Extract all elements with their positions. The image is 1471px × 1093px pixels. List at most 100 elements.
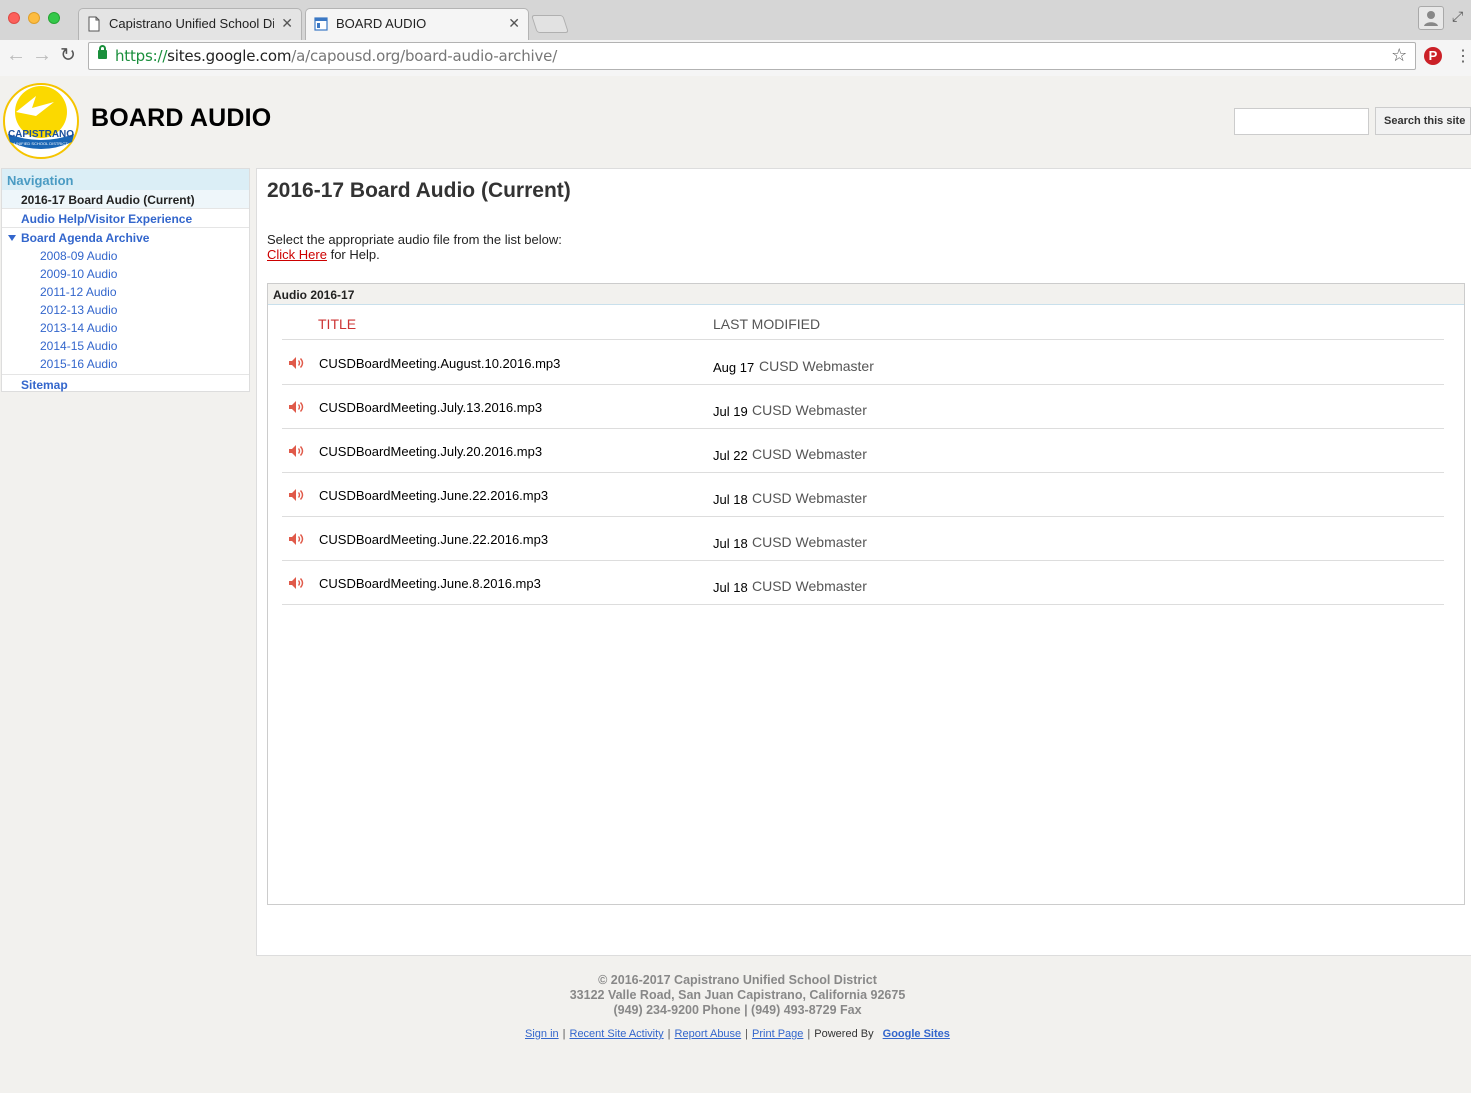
print-page-link[interactable]: Print Page	[752, 1028, 803, 1040]
file-cabinet: Audio 2016-17 TITLE LAST MODIFIED CUSDBo…	[267, 283, 1465, 905]
close-tab-icon[interactable]: ✕	[508, 15, 520, 32]
fullscreen-icon[interactable]: ⤢	[1452, 8, 1463, 25]
search-input[interactable]	[1234, 108, 1369, 135]
close-tab-icon[interactable]: ✕	[281, 15, 293, 32]
archive-group: Board Agenda Archive 2008-09 Audio 2009-…	[2, 228, 249, 375]
close-window-button[interactable]	[8, 12, 20, 24]
footer-info: © 2016-2017 Capistrano Unified School Di…	[0, 973, 1471, 1018]
file-name-link[interactable]: CUSDBoardMeeting.July.20.2016.mp3	[319, 444, 542, 459]
file-date: Jul 22	[713, 448, 748, 463]
recent-activity-link[interactable]: Recent Site Activity	[570, 1028, 664, 1040]
sidebar-item-2012-13[interactable]: 2012-13 Audio	[2, 301, 249, 319]
file-row: CUSDBoardMeeting.August.10.2016.mp3 Aug 1…	[282, 341, 1444, 385]
column-last-modified[interactable]: LAST MODIFIED	[713, 316, 820, 332]
reload-icon[interactable]: ↻	[60, 44, 76, 67]
speaker-icon[interactable]	[288, 444, 304, 458]
file-cabinet-title: Audio 2016-17	[268, 284, 1464, 305]
star-icon[interactable]: ☆	[1391, 45, 1407, 66]
file-name-link[interactable]: CUSDBoardMeeting.June.8.2016.mp3	[319, 576, 541, 591]
file-date: Aug 17	[713, 360, 755, 375]
site-header: CAPISTRANO UNIFIED SCHOOL DISTRICT BOARD…	[0, 77, 1471, 167]
column-headers: TITLE LAST MODIFIED	[282, 306, 1444, 340]
file-user: CUSD Webmaster	[752, 490, 867, 506]
sign-in-link[interactable]: Sign in	[525, 1028, 559, 1040]
file-date: Jul 19	[713, 404, 748, 419]
minimize-window-button[interactable]	[28, 12, 40, 24]
report-abuse-link[interactable]: Report Abuse	[675, 1028, 742, 1040]
footer-links: Sign in | Recent Site Activity | Report Abus…	[525, 1028, 950, 1040]
address-bar[interactable]: https://sites.google.com/a/capousd.org/b…	[88, 42, 1416, 70]
file-date: Jul 18	[713, 580, 748, 595]
file-row: CUSDBoardMeeting.July.20.2016.mp3 Jul 22 C…	[282, 429, 1444, 473]
expand-triangle-icon[interactable]	[8, 235, 16, 241]
sidebar-item-2011-12[interactable]: 2011-12 Audio	[2, 283, 249, 301]
file-name-link[interactable]: CUSDBoardMeeting.August.10.2016.mp3	[319, 356, 560, 371]
sidebar-item-2008-09[interactable]: 2008-09 Audio	[2, 247, 249, 265]
speaker-icon[interactable]	[288, 488, 304, 502]
sidebar-item-2015-16[interactable]: 2015-16 Audio	[2, 355, 249, 373]
tab-label: BOARD AUDIO	[336, 16, 427, 31]
column-title[interactable]: TITLE	[318, 316, 356, 332]
phone-text: (949) 234-9200 Phone | (949) 493-8729 Fa…	[613, 1003, 862, 1017]
page-title: 2016-17 Board Audio (Current)	[267, 179, 571, 202]
zoom-window-button[interactable]	[48, 12, 60, 24]
intro-text: Select the appropriate audio file from t…	[267, 232, 562, 262]
new-tab-button[interactable]	[531, 15, 569, 33]
url-host: sites.google.com	[167, 47, 292, 65]
browser-chrome: Capistrano Unified School District ✕ BOA…	[0, 0, 1471, 76]
file-date: Jul 18	[713, 492, 748, 507]
sidebar-navigation: Navigation 2016-17 Board Audio (Current)…	[1, 168, 250, 392]
file-user: CUSD Webmaster	[752, 446, 867, 462]
speaker-icon[interactable]	[288, 356, 304, 370]
navigation-heading: Navigation	[2, 169, 249, 190]
file-row: CUSDBoardMeeting.June.22.2016.mp3 Jul 18 C…	[282, 517, 1444, 561]
sidebar-item-current-audio[interactable]: 2016-17 Board Audio (Current)	[2, 190, 249, 209]
browser-toolbar: ← → ↻ https://sites.google.com/a/capousd…	[0, 40, 1471, 76]
copyright-text: © 2016-2017 Capistrano Unified School Di…	[598, 973, 877, 987]
district-logo[interactable]: CAPISTRANO UNIFIED SCHOOL DISTRICT	[2, 82, 80, 160]
file-date: Jul 18	[713, 536, 748, 551]
lock-icon	[98, 45, 107, 59]
sidebar-item-audio-help[interactable]: Audio Help/Visitor Experience	[2, 209, 249, 228]
back-icon[interactable]: ←	[6, 44, 26, 67]
sidebar-item-label: Board Agenda Archive	[21, 231, 150, 245]
profile-icon[interactable]	[1418, 6, 1444, 30]
speaker-icon[interactable]	[288, 532, 304, 546]
sidebar-item-agenda-archive[interactable]: Board Agenda Archive	[2, 228, 249, 247]
site-footer: © 2016-2017 Capistrano Unified School Di…	[0, 957, 1471, 1093]
pinterest-icon[interactable]: P	[1424, 47, 1442, 65]
help-link[interactable]: Click Here	[267, 247, 327, 262]
tab-capistrano[interactable]: Capistrano Unified School District ✕	[78, 8, 302, 40]
intro-line: Select the appropriate audio file from t…	[267, 232, 562, 247]
file-row: CUSDBoardMeeting.July.13.2016.mp3 Jul 19 C…	[282, 385, 1444, 429]
logo-text: CAPISTRANO	[8, 129, 74, 140]
file-user: CUSD Webmaster	[752, 578, 867, 594]
file-user: CUSD Webmaster	[752, 534, 867, 550]
sidebar-item-2013-14[interactable]: 2013-14 Audio	[2, 319, 249, 337]
logo-subtext: UNIFIED SCHOOL DISTRICT	[14, 141, 68, 146]
file-row: CUSDBoardMeeting.June.22.2016.mp3 Jul 18 C…	[282, 473, 1444, 517]
speaker-icon[interactable]	[288, 400, 304, 414]
document-icon	[88, 16, 100, 32]
speaker-icon[interactable]	[288, 576, 304, 590]
tab-board-audio[interactable]: BOARD AUDIO ✕	[305, 8, 529, 41]
sidebar-item-2014-15[interactable]: 2014-15 Audio	[2, 337, 249, 355]
file-user: CUSD Webmaster	[759, 358, 874, 374]
site-title: BOARD AUDIO	[91, 104, 272, 132]
file-name-link[interactable]: CUSDBoardMeeting.June.22.2016.mp3	[319, 488, 548, 503]
sidebar-item-2009-10[interactable]: 2009-10 Audio	[2, 265, 249, 283]
site-icon	[314, 17, 328, 31]
main-content: 2016-17 Board Audio (Current) Select the…	[256, 168, 1471, 956]
menu-icon[interactable]: ⋮	[1455, 46, 1471, 66]
search-button[interactable]: Search this site	[1375, 107, 1471, 135]
file-name-link[interactable]: CUSDBoardMeeting.June.22.2016.mp3	[319, 532, 548, 547]
tab-bar: Capistrano Unified School District ✕ BOA…	[0, 0, 1471, 41]
sidebar-item-sitemap[interactable]: Sitemap	[2, 375, 249, 394]
file-row: CUSDBoardMeeting.June.8.2016.mp3 Jul 18 CU…	[282, 561, 1444, 605]
powered-by-text: Powered By	[814, 1028, 874, 1040]
help-suffix: for Help.	[326, 247, 380, 262]
file-name-link[interactable]: CUSDBoardMeeting.July.13.2016.mp3	[319, 400, 542, 415]
tab-label: Capistrano Unified School District	[109, 16, 274, 31]
google-sites-link[interactable]: Google Sites	[883, 1028, 950, 1040]
forward-icon[interactable]: →	[32, 44, 52, 67]
